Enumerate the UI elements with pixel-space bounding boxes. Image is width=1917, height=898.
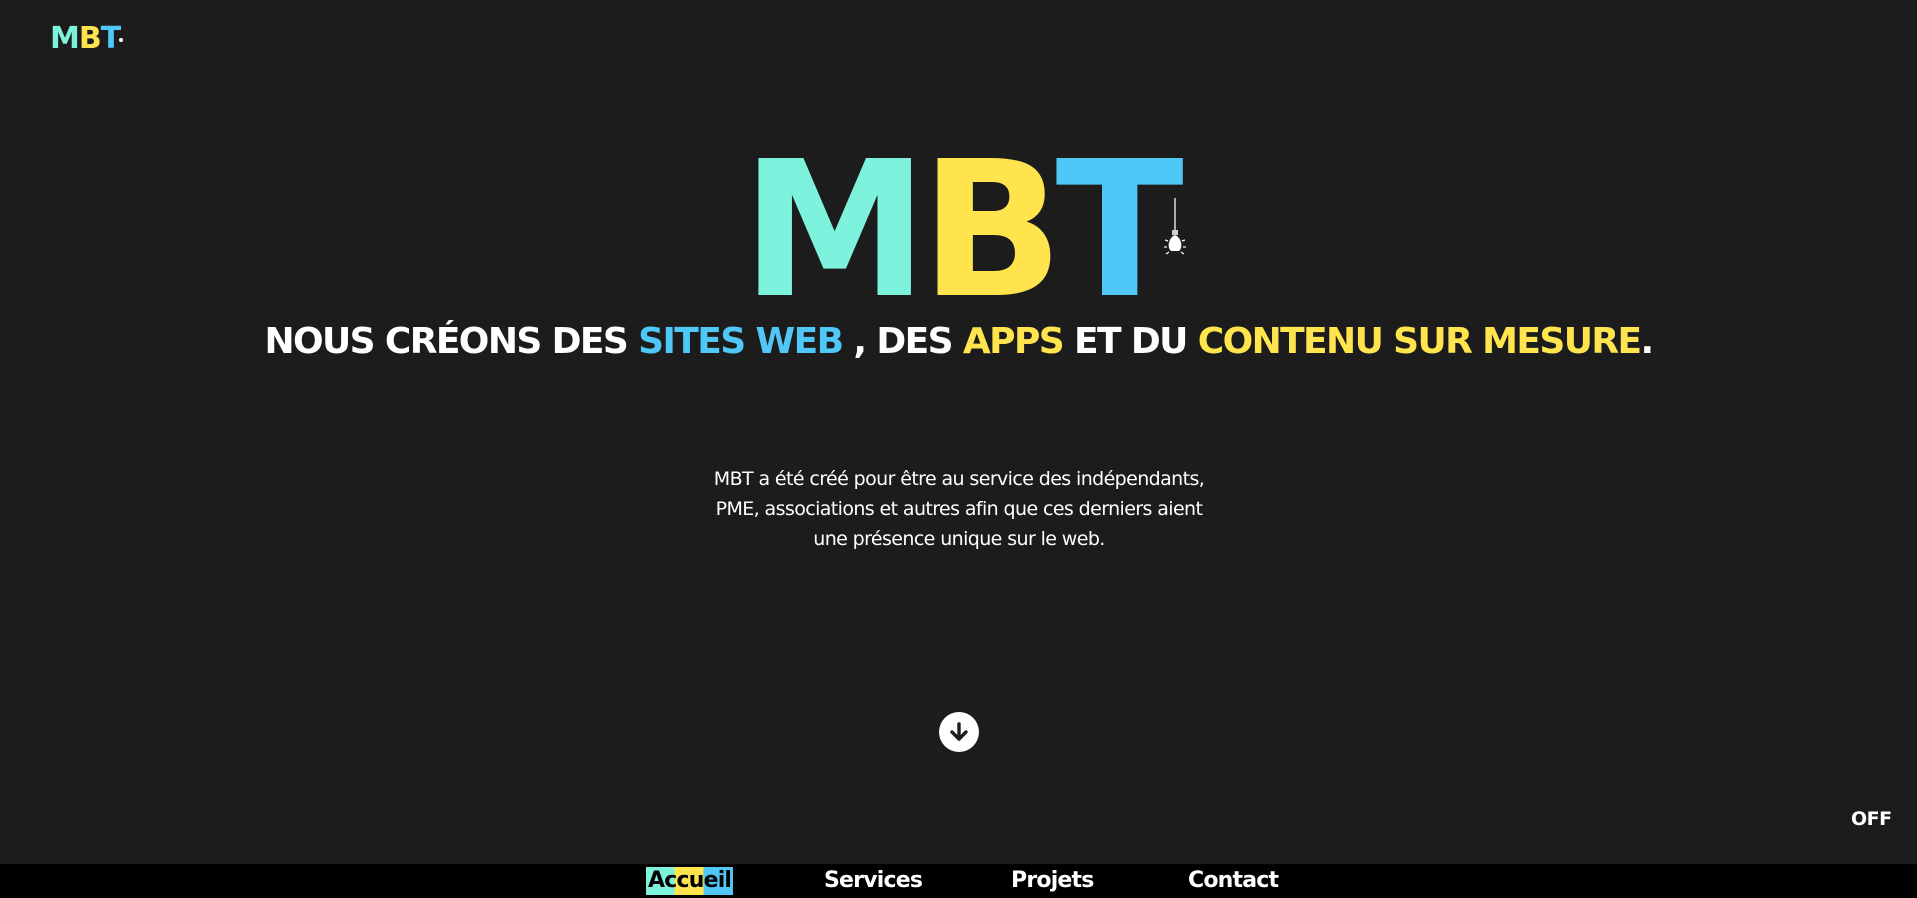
hero-letter-t: T xyxy=(1055,121,1184,340)
corner-logo[interactable]: MBT xyxy=(50,21,124,56)
nav-item-contact[interactable]: Contact xyxy=(1188,867,1279,895)
tagline-apps: APPS xyxy=(962,321,1065,362)
tagline-sites-web: SITES WEB xyxy=(638,321,844,362)
bottom-nav: Accueil Services Projets Contact xyxy=(0,864,1917,898)
intro-text: MBT a été créé pour être au service des … xyxy=(713,468,1205,550)
nav-item-services[interactable]: Services xyxy=(824,867,923,895)
logo-letter-m: M xyxy=(50,21,80,56)
hero-letter-b: B xyxy=(920,121,1063,340)
nav-item-accueil[interactable]: Accueil xyxy=(646,867,734,895)
hero-tagline: NOUS CRÉONS DES SITES WEB , DES APPS ET … xyxy=(0,318,1917,366)
lightbulb-icon xyxy=(1164,198,1186,255)
light-toggle-button[interactable]: OFF xyxy=(1851,808,1892,830)
tagline-part-2: , DES xyxy=(842,321,963,362)
nav-item-projets[interactable]: Projets xyxy=(1011,867,1094,895)
tagline-contenu: CONTENU SUR MESURE xyxy=(1197,321,1642,362)
logo-letter-b: B xyxy=(78,21,102,56)
tagline-part-1: NOUS CRÉONS DES xyxy=(264,321,639,362)
tagline-part-3: ET DU xyxy=(1063,321,1198,362)
scroll-down-button[interactable] xyxy=(939,712,979,752)
logo-letter-t: T xyxy=(100,21,121,56)
logo-dot-icon xyxy=(119,37,124,42)
arrow-down-icon xyxy=(950,722,968,741)
page: MBT MBT NOUS CRÉONS DES SITES WEB , DES … xyxy=(0,0,1917,898)
hero-logo: MBT xyxy=(0,121,1917,340)
hero-letter-m: M xyxy=(741,121,928,340)
tagline-part-4: . xyxy=(1640,321,1654,362)
